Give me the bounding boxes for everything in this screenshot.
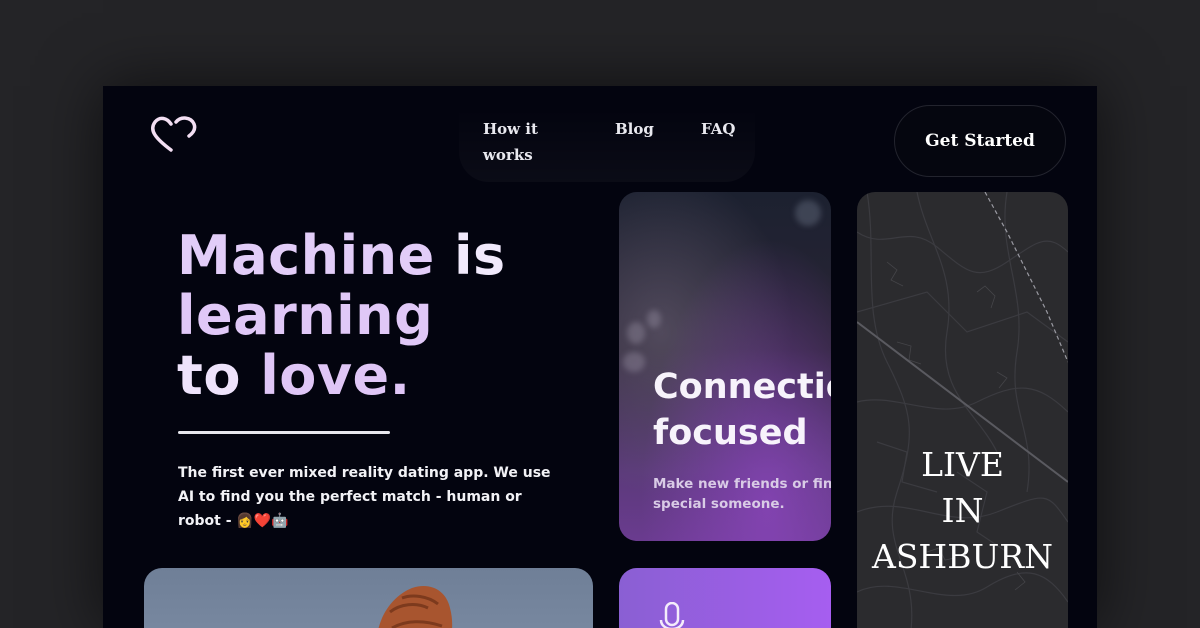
hero-title-is: is [454,224,506,287]
voice-card[interactable] [619,568,831,628]
connection-card[interactable]: Connectio focused Make new friends or fi… [619,192,831,541]
hero-title-love: love. [260,344,411,407]
main-nav: How it works Blog FAQ [459,108,755,182]
live-location-text: LIVE IN ASHBURN [857,442,1068,580]
hero-subtitle: The first ever mixed reality dating app.… [178,465,551,529]
live-line-1: LIVE [921,445,1004,484]
connection-text-line1: Make new friends or find th [653,476,831,492]
microphone-icon [659,602,685,628]
hero-title-machine: Machine [177,224,435,287]
connection-title-line2: focused [653,413,808,453]
hero-title: Machine is learning to love. [177,226,506,406]
hero-title-learning: learning [177,284,434,347]
connection-card-title: Connectio focused [653,364,831,456]
connection-text-line2: special someone. [653,496,785,512]
hero-divider [178,431,390,434]
bokeh-light [647,310,661,328]
heart-logo-icon[interactable] [147,112,199,152]
figure-head-image [378,586,453,628]
bokeh-light [795,200,821,226]
photo-card[interactable] [144,568,593,628]
get-started-button[interactable]: Get Started [894,105,1066,177]
nav-blog[interactable]: Blog [615,116,654,142]
connection-card-text: Make new friends or find th special some… [653,474,831,514]
hero-title-to: to [177,344,241,407]
nav-how-it-works[interactable]: How it works [483,116,543,168]
app-window: How it works Blog FAQ Get Started Machin… [103,86,1097,628]
live-location-card[interactable]: LIVE IN ASHBURN [857,192,1068,628]
live-line-3: ASHBURN [871,537,1053,576]
bokeh-light [623,352,645,372]
live-line-2: IN [941,491,984,530]
nav-faq[interactable]: FAQ [701,116,735,142]
connection-title-line1: Connectio [653,367,831,407]
bokeh-light [627,322,645,344]
